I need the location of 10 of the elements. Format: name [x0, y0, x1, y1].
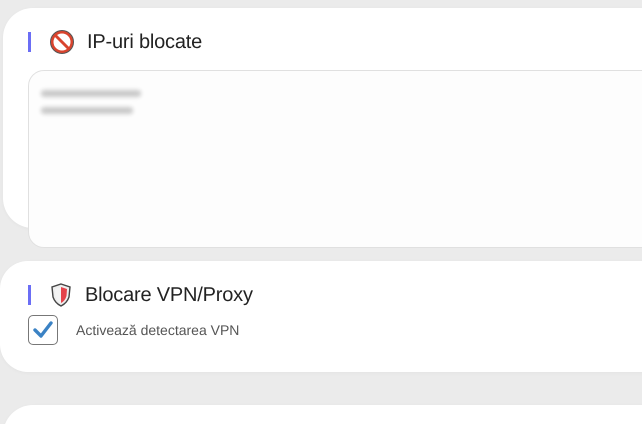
accent-bar — [28, 285, 31, 305]
check-icon — [33, 321, 53, 339]
accent-bar — [28, 32, 31, 52]
section-title: Blocare VPN/Proxy — [85, 284, 253, 306]
shield-icon — [50, 283, 72, 307]
section-title: IP-uri blocate — [87, 30, 202, 54]
ip-list-field[interactable] — [28, 70, 642, 248]
checkbox-label: Activează detectarea VPN — [76, 322, 240, 338]
prohibited-icon — [50, 30, 74, 54]
checkbox[interactable] — [28, 315, 58, 345]
